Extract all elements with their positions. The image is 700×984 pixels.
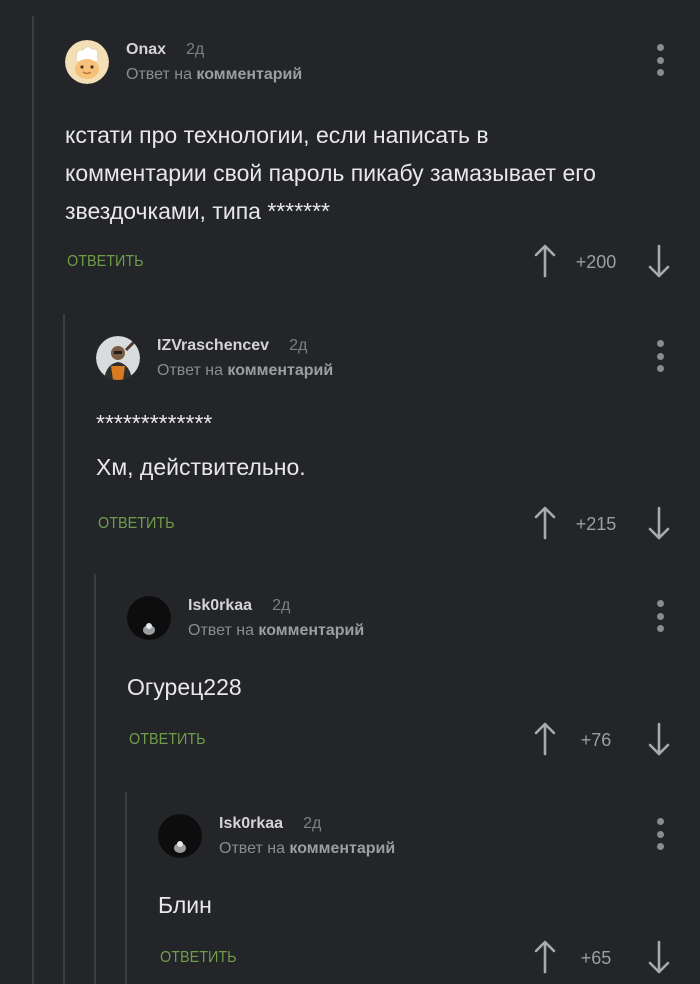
gordon-freeman-avatar[interactable] [96,336,140,380]
dark-figure-avatar[interactable] [127,596,171,640]
reply-to-prefix: Ответ на [126,66,192,83]
comment-actions: ОТВЕТИТЬ +215 [96,504,700,546]
comment-text-line: комментарии свой пароль пикабу замазывае… [65,160,596,186]
author-label[interactable]: IZVraschencev [157,337,269,354]
thread-line [94,574,96,984]
author-name[interactable]: IZVraschencev 2д [157,336,307,356]
reply-to: Ответ на комментарий [219,839,395,859]
arrow-up-icon[interactable] [534,244,556,278]
comment-text-line: кстати про технологии, если написать в [65,122,489,148]
thread-line [32,16,34,984]
comment-text-line: звездочками, типа ******* [65,198,330,224]
parent-comment-link[interactable]: комментарий [289,840,395,857]
more-options-icon[interactable] [654,818,666,850]
comment-header: Isk0rkaa 2д Ответ на комментарий [158,814,700,878]
comment: Onax 2д Ответ на комментарий кстати про т… [65,40,700,284]
parent-comment-link[interactable]: комментарий [227,362,333,379]
rating-count: +200 [575,252,617,272]
reply-button[interactable]: ОТВЕТИТЬ [67,252,144,272]
arrow-down-icon[interactable] [648,940,670,974]
comment-text: Блин [158,886,700,924]
rating-count: +215 [575,514,617,534]
reply-to: Ответ на комментарий [126,65,302,85]
comment: Isk0rkaa 2д Ответ на комментарий Огурец22… [127,596,700,762]
arrow-up-icon[interactable] [534,506,556,540]
comment-actions: ОТВЕТИТЬ +76 [127,720,700,762]
reply-button[interactable]: ОТВЕТИТЬ [160,948,237,968]
comment-text: Огурец228 [127,668,700,706]
parent-comment-link[interactable]: комментарий [258,622,364,639]
comment-text-line: Огурец228 [127,674,242,700]
arrow-up-icon[interactable] [534,722,556,756]
comment-text-line: Блин [158,892,212,918]
comment-header: IZVraschencev 2д Ответ на комментарий [96,336,700,400]
thread-line [125,792,127,984]
reply-to-prefix: Ответ на [219,840,285,857]
reply-button[interactable]: ОТВЕТИТЬ [129,730,206,750]
reply-to: Ответ на комментарий [188,621,364,641]
comment-text-line: ************* [96,410,213,436]
reply-to-prefix: Ответ на [157,362,223,379]
comment: Isk0rkaa 2д Ответ на комментарий Блин ОТВ… [158,814,700,980]
comment-actions: ОТВЕТИТЬ +65 [158,938,700,980]
comment-actions: ОТВЕТИТЬ +200 [65,242,700,284]
reply-to: Ответ на комментарий [157,361,333,381]
author-name[interactable]: Isk0rkaa 2д [188,596,290,616]
arrow-down-icon[interactable] [648,244,670,278]
comment-text: ************* Хм, действительно. [96,404,700,486]
comment-time: 2д [186,41,205,58]
comment-time: 2д [303,815,322,832]
arrow-up-icon[interactable] [534,940,556,974]
arrow-down-icon[interactable] [648,506,670,540]
rating-count: +76 [580,730,612,750]
comment-header: Isk0rkaa 2д Ответ на комментарий [127,596,700,660]
comment-text: кстати про технологии, если написать в к… [65,116,700,230]
author-name[interactable]: Onax 2д [126,40,204,60]
reply-button[interactable]: ОТВЕТИТЬ [98,514,175,534]
comment-time: 2д [272,597,291,614]
rating-count: +65 [580,948,612,968]
chef-avatar[interactable] [65,40,109,84]
dark-figure-avatar[interactable] [158,814,202,858]
reply-to-prefix: Ответ на [188,622,254,639]
thread-line [63,314,65,984]
more-options-icon[interactable] [654,340,666,372]
author-label[interactable]: Isk0rkaa [188,597,252,614]
author-name[interactable]: Isk0rkaa 2д [219,814,321,834]
more-options-icon[interactable] [654,44,666,76]
comment-header: Onax 2д Ответ на комментарий [65,40,700,104]
arrow-down-icon[interactable] [648,722,670,756]
author-label[interactable]: Onax [126,41,166,58]
comment: IZVraschencev 2д Ответ на комментарий ***… [96,336,700,546]
comment-text-line: Хм, действительно. [96,454,306,480]
more-options-icon[interactable] [654,600,666,632]
comment-time: 2д [289,337,308,354]
author-label[interactable]: Isk0rkaa [219,815,283,832]
parent-comment-link[interactable]: комментарий [196,66,302,83]
